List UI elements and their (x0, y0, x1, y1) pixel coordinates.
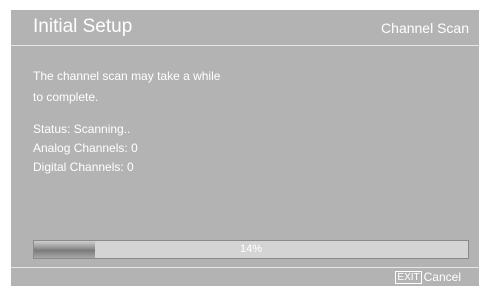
scan-status-block: Status: Scanning.. Analog Channels: 0 Di… (33, 120, 138, 177)
scan-message-line: The channel scan may take a while (33, 69, 221, 83)
scan-progress-label: 14% (239, 243, 263, 255)
scan-progress-bar: 14% (33, 240, 469, 259)
cancel-label: Cancel (423, 270, 461, 284)
exit-key-icon: EXIT (395, 270, 422, 284)
section-title: Channel Scan (381, 20, 469, 36)
scan-message-line: to complete. (33, 90, 99, 104)
scan-status-text: Status: Scanning.. (33, 122, 131, 136)
cancel-button[interactable]: EXIT Cancel (395, 270, 461, 284)
digital-channels-count: Digital Channels: 0 (33, 160, 134, 174)
footer-divider (11, 267, 479, 268)
page-title: Initial Setup (33, 16, 133, 37)
analog-channels-count: Analog Channels: 0 (33, 141, 138, 155)
channel-scan-screen: Initial Setup Channel Scan The channel s… (11, 10, 479, 286)
scan-message: The channel scan may take a while to com… (33, 66, 220, 108)
screen-header: Initial Setup Channel Scan (11, 10, 479, 46)
